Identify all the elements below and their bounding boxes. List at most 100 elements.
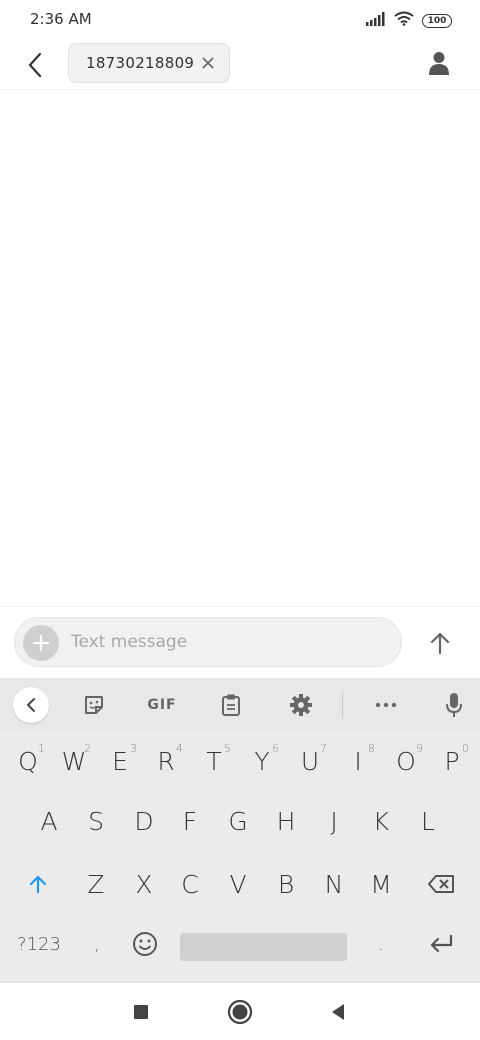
key-f[interactable]: F (167, 796, 213, 846)
key-b[interactable]: B (263, 859, 309, 909)
recipient-number: 18730218809 (86, 54, 195, 72)
chevron-left-icon (27, 698, 35, 712)
key-label: G (228, 806, 248, 836)
battery-icon: 100 (422, 13, 452, 28)
triangle-back-icon (332, 1004, 344, 1020)
key-hint: 0 (462, 742, 469, 755)
key-i[interactable]: I8 (335, 736, 381, 786)
key-label: Q (18, 746, 38, 776)
system-nav-bar (0, 982, 480, 1040)
key-label: V (229, 869, 247, 899)
key-hint: 4 (176, 742, 183, 755)
key-hint: 1 (38, 742, 45, 755)
recipient-chip[interactable]: 18730218809 (68, 43, 230, 83)
compose-bar (0, 606, 480, 678)
key-t[interactable]: T5 (191, 736, 237, 786)
key-label: J (330, 806, 338, 836)
key-hint: 3 (130, 742, 137, 755)
key-h[interactable]: H (263, 796, 309, 846)
symbols-key[interactable]: ?123 (8, 922, 70, 966)
clipboard-button[interactable] (213, 687, 249, 723)
enter-key[interactable] (418, 922, 464, 966)
key-s[interactable]: S (73, 796, 119, 846)
key-x[interactable]: X (121, 859, 167, 909)
add-attachment-button[interactable] (23, 625, 59, 661)
message-input[interactable] (71, 629, 391, 655)
keyboard: GIF Q 1 W 2 E 3 R 4 T 5 Y 6 U 7 I 8 O 9 … (0, 678, 480, 982)
key-p[interactable]: P0 (429, 736, 475, 786)
nav-back-button[interactable] (323, 997, 353, 1027)
shift-icon (29, 875, 47, 894)
signal-icon (366, 11, 386, 30)
comma-key[interactable]: , (76, 922, 118, 966)
more-horizontal-icon (375, 702, 397, 708)
key-m[interactable]: M (358, 859, 404, 909)
key-c[interactable]: C (167, 859, 213, 909)
person-icon (429, 52, 449, 75)
key-y[interactable]: Y6 (239, 736, 285, 786)
toolbar-back-button[interactable] (13, 687, 49, 723)
status-bar: 2:36 AM 100 (0, 0, 480, 40)
key-n[interactable]: N (311, 859, 357, 909)
home-circle-icon (227, 999, 253, 1025)
settings-button[interactable] (283, 687, 319, 723)
microphone-icon (446, 693, 462, 717)
remove-recipient-button[interactable] (199, 54, 217, 72)
key-r[interactable]: R4 (143, 736, 189, 786)
voice-input-button[interactable] (436, 687, 472, 723)
compose-field (14, 617, 402, 667)
arrow-up-icon (430, 632, 450, 655)
key-q[interactable]: Q1 (5, 736, 51, 786)
message-list[interactable] (0, 91, 480, 606)
key-label: K (372, 806, 390, 836)
gif-button[interactable]: GIF (143, 687, 181, 723)
key-a[interactable]: A (26, 796, 72, 846)
wifi-icon (394, 11, 414, 30)
key-hint: 5 (224, 742, 231, 755)
key-z[interactable]: Z (73, 859, 119, 909)
key-label: U (300, 746, 320, 776)
back-button[interactable] (18, 48, 52, 82)
key-o[interactable]: O9 (383, 736, 429, 786)
sticker-icon (85, 696, 103, 714)
recents-button[interactable] (126, 997, 156, 1027)
keyboard-toolbar: GIF (0, 678, 480, 732)
key-u[interactable]: U7 (287, 736, 333, 786)
key-d[interactable]: D (121, 796, 167, 846)
contact-button[interactable] (424, 48, 454, 78)
key-label: R (157, 746, 175, 776)
clipboard-icon (222, 694, 240, 716)
key-label: Y (254, 746, 270, 776)
backspace-icon (428, 875, 454, 893)
sticker-button[interactable] (76, 687, 112, 723)
square-icon (134, 1005, 148, 1019)
home-button[interactable] (225, 997, 255, 1027)
key-j[interactable]: J (311, 796, 357, 846)
key-hint: 6 (272, 742, 279, 755)
key-label: A (40, 806, 58, 836)
key-label: D (134, 806, 154, 836)
key-label: O (396, 746, 416, 776)
key-l[interactable]: L (405, 796, 451, 846)
key-label: B (277, 869, 295, 899)
key-label: L (421, 806, 435, 836)
key-label: P (444, 746, 460, 776)
key-label: T (206, 746, 222, 776)
more-button[interactable] (368, 687, 404, 723)
key-hint: 7 (320, 742, 327, 755)
key-hint: 2 (84, 742, 91, 755)
space-key[interactable] (180, 933, 347, 961)
key-k[interactable]: K (358, 796, 404, 846)
backspace-key[interactable] (416, 859, 466, 909)
send-button[interactable] (420, 623, 460, 663)
shift-key[interactable] (14, 859, 62, 909)
key-e[interactable]: E3 (97, 736, 143, 786)
key-g[interactable]: G (215, 796, 261, 846)
emoji-key[interactable] (124, 922, 166, 966)
period-key[interactable]: . (360, 922, 402, 966)
key-w[interactable]: W2 (51, 736, 97, 786)
emoji-icon (133, 932, 157, 956)
gear-icon (290, 694, 312, 716)
key-label: S (88, 806, 104, 836)
key-v[interactable]: V (215, 859, 261, 909)
